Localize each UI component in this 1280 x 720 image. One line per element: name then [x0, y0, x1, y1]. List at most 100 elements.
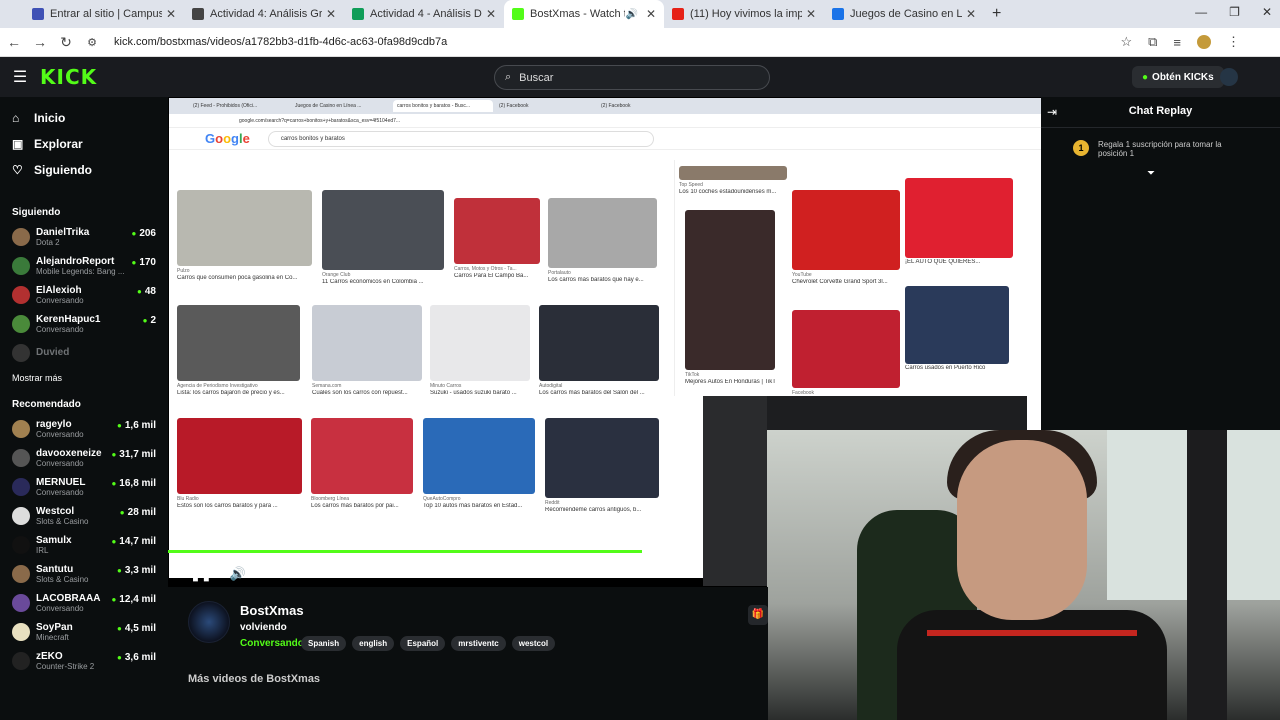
- result-caption: Los 10 coches estadounidenses m...: [679, 189, 777, 195]
- stream-tag[interactable]: english: [352, 636, 395, 651]
- channel-category: Dota 2: [36, 237, 60, 247]
- back-icon[interactable]: ←: [2, 34, 26, 50]
- nav-siguiendo[interactable]: ♡ Siguiendo: [0, 157, 168, 183]
- url-field[interactable]: kick.com/bostxmas/videos/a1782bb3-d1fb-4…: [114, 36, 1120, 48]
- channel-text: AlejandroReport Mobile Legends: Bang ...: [36, 256, 125, 276]
- channel-item[interactable]: LACOBRAAAConversando 12,4 mil: [0, 588, 168, 617]
- car-image: [177, 190, 312, 266]
- forward-icon[interactable]: →: [28, 34, 52, 50]
- result-source: Portalauto: [548, 270, 571, 276]
- channel-item[interactable]: KerenHapuc1Conversando 2: [0, 309, 168, 338]
- nav-inicio[interactable]: ⌂ Inicio: [0, 105, 168, 131]
- filter-icon[interactable]: ⏷: [1147, 168, 1155, 179]
- stream-tag[interactable]: mrstiventc: [451, 636, 506, 651]
- image-result: Bloomberg Línea Los carros más baratos po…: [311, 418, 413, 509]
- channel-item[interactable]: SantutuSlots & Casino 3,3 mil: [0, 559, 168, 588]
- show-more-link[interactable]: Mostrar más: [0, 367, 168, 389]
- channel-item[interactable]: davooxeneizeConversando 31,7 mil: [0, 443, 168, 472]
- car-image: [311, 418, 413, 494]
- pause-icon[interactable]: ❚❚: [190, 566, 212, 582]
- avatar: [12, 285, 30, 304]
- image-result: Blu Radio Estos son los carros baratos y …: [177, 418, 302, 509]
- maximize-icon[interactable]: ❐: [1229, 5, 1240, 19]
- channel-category: Mobile Legends: Bang ...: [36, 266, 125, 276]
- channel-text: LACOBRAAA Conversando: [36, 593, 100, 613]
- viewer-count: 3,3 mil: [117, 565, 156, 576]
- browser-tab[interactable]: Actividad 4 - Análisis Detallado ✕: [344, 0, 504, 28]
- kick-logo[interactable]: KICK: [40, 65, 97, 89]
- channel-name: LACOBRAAA: [36, 592, 101, 604]
- window-controls: — ❐ ✕: [1195, 5, 1272, 19]
- avatar: [12, 227, 30, 246]
- channel-item[interactable]: zEKOCounter-Strike 2 3,6 mil: [0, 646, 168, 675]
- channel-item[interactable]: SoyPanMinecraft 4,5 mil: [0, 617, 168, 646]
- home-icon: ⌂: [12, 111, 20, 125]
- browser-tab[interactable]: Juegos de Casino en Línea | Ca ✕: [824, 0, 984, 28]
- channel-category: Slots & Casino: [36, 574, 89, 584]
- channel-avatar[interactable]: [188, 601, 230, 643]
- gift-icon[interactable]: 🎁: [748, 605, 768, 625]
- channel-name[interactable]: BostXmas: [240, 603, 304, 618]
- reload-icon[interactable]: ↻: [54, 34, 78, 51]
- favicon-icon: [192, 8, 204, 20]
- media-icon[interactable]: ≡: [1173, 35, 1181, 50]
- nav-explorar[interactable]: ▣ Explorar: [0, 131, 168, 157]
- bookmark-star-icon[interactable]: ☆: [1120, 34, 1132, 50]
- channel-item[interactable]: MERNUELConversando 16,8 mil: [0, 472, 168, 501]
- avatar: [12, 314, 30, 333]
- browser-tab-title: Juegos de Casino en Línea | Ca: [850, 8, 962, 20]
- image-result: Portalauto Los carros más baratos que hay…: [548, 198, 657, 283]
- search-input[interactable]: ⌕ Buscar: [494, 65, 770, 90]
- channel-item[interactable]: SamulxIRL 14,7 mil: [0, 530, 168, 559]
- extensions-icon[interactable]: ⧉: [1148, 34, 1157, 50]
- site-info-icon[interactable]: ⚙: [80, 36, 104, 49]
- preview-image: YouTube Chevrolet Corvette Grand Sport 3l…: [792, 190, 900, 285]
- preview-image: ¡EL AUTO QUE QUIERES...: [905, 178, 1013, 265]
- user-avatar[interactable]: [1220, 68, 1238, 86]
- menu-icon[interactable]: ⋮: [1227, 34, 1240, 50]
- minimize-icon[interactable]: —: [1195, 5, 1207, 19]
- audio-icon[interactable]: 🔊: [625, 9, 637, 20]
- sub-gift-message[interactable]: Regala 1 suscripción para tomar la posic…: [1098, 140, 1248, 158]
- browser-tab[interactable]: Entrar al sitio | CampusVirtual · ✕: [24, 0, 184, 28]
- stream-tag[interactable]: Spanish: [301, 636, 347, 651]
- stream-tag[interactable]: Español: [400, 636, 446, 651]
- close-tab-icon[interactable]: ✕: [646, 7, 656, 21]
- channel-item[interactable]: WestcolSlots & Casino 28 mil: [0, 501, 168, 530]
- avatar: [12, 564, 30, 583]
- channel-item[interactable]: DanielTrikaDota 2 206: [0, 222, 168, 251]
- result-caption: Top 10 autos más baratos en Estad...: [423, 503, 523, 509]
- google-search-bar: Google carros bonitos y baratos: [169, 128, 1041, 150]
- hamburger-icon[interactable]: ☰: [0, 67, 40, 87]
- image-result: QueAutoCompro Top 10 autos más baratos en…: [423, 418, 535, 509]
- stream-category[interactable]: Conversando: [240, 638, 304, 649]
- get-kicks-button[interactable]: ● Obtén KICKs: [1132, 66, 1224, 88]
- car-image: [430, 305, 530, 381]
- channel-item[interactable]: rageyloConversando 1,6 mil: [0, 414, 168, 443]
- channel-item[interactable]: ElAlexiohConversando 48: [0, 280, 168, 309]
- stream-tag[interactable]: westcol: [511, 636, 556, 651]
- browser-tab[interactable]: BostXmas - Watch the VOD🔊 ✕: [504, 0, 664, 28]
- viewer-count: 12,4 mil: [111, 594, 156, 605]
- close-tab-icon[interactable]: ✕: [806, 7, 816, 21]
- stream-info: BostXmas volviendo Conversando Spanish en…: [168, 587, 768, 720]
- channel-item[interactable]: AlejandroReportMobile Legends: Bang ... 1…: [0, 251, 168, 280]
- close-tab-icon[interactable]: ✕: [966, 7, 976, 21]
- result-source: Bloomberg Línea: [311, 496, 350, 502]
- image-results-grid: Pulzo Carros que consumen poca gasolina e…: [177, 160, 667, 570]
- volume-icon[interactable]: 🔊: [230, 566, 246, 582]
- close-tab-icon[interactable]: ✕: [326, 7, 336, 21]
- inner-tab: (2) Facebook: [601, 103, 631, 109]
- browser-tab[interactable]: (11) Hoy vivimos la implosión d ✕: [664, 0, 824, 28]
- new-tab-button[interactable]: +: [992, 5, 1001, 23]
- profile-avatar[interactable]: [1197, 35, 1211, 49]
- close-tab-icon[interactable]: ✕: [486, 7, 496, 21]
- close-tab-icon[interactable]: ✕: [166, 7, 176, 21]
- close-window-icon[interactable]: ✕: [1262, 5, 1272, 19]
- image-result: Autodigital Los carros más baratos del Sa…: [539, 305, 659, 396]
- channel-item[interactable]: Duvied: [0, 338, 168, 367]
- channel-name: ElAlexioh: [36, 284, 82, 296]
- avatar: [12, 256, 30, 275]
- browser-tab[interactable]: Actividad 4: Análisis Gráfico y C ✕: [184, 0, 344, 28]
- video-progress-bar[interactable]: [168, 550, 642, 553]
